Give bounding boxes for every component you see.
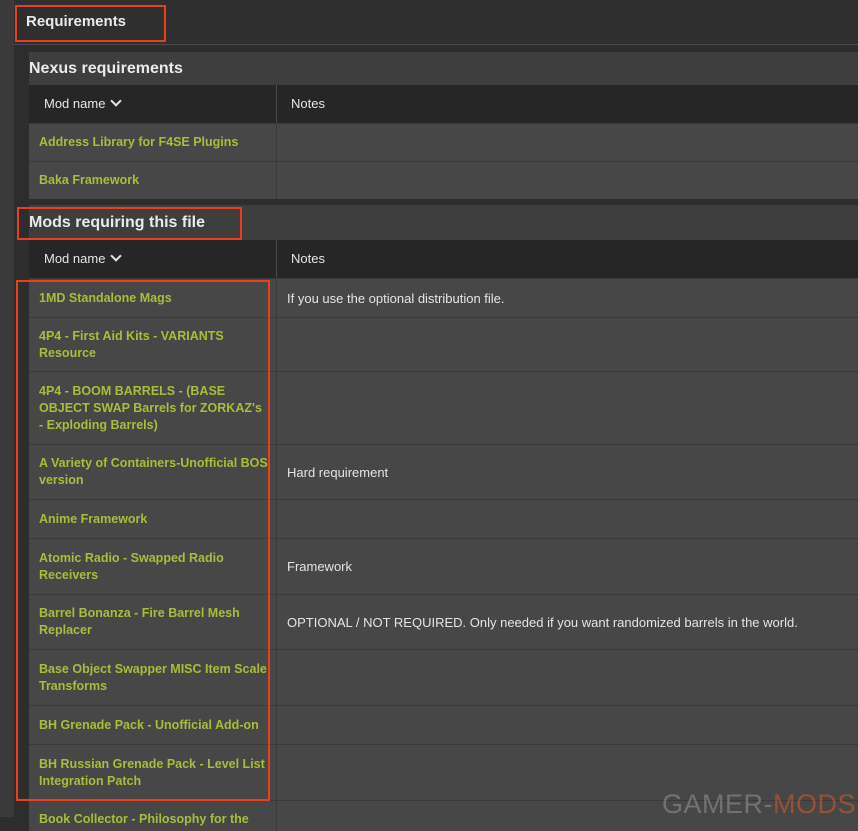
row-notes: Framework bbox=[287, 559, 353, 574]
row-notes: OPTIONAL / NOT REQUIRED. Only needed if … bbox=[287, 614, 798, 630]
row-notes bbox=[277, 162, 858, 199]
row-notes bbox=[277, 650, 858, 705]
left-strip bbox=[0, 0, 14, 817]
nexus-requirements-table: Mod name Notes Address Library for F4SE … bbox=[29, 85, 858, 199]
row-notes bbox=[277, 500, 858, 538]
notes-header: Notes bbox=[291, 96, 325, 111]
mod-name-sort-header[interactable]: Mod name bbox=[44, 85, 123, 123]
notes-header: Notes bbox=[291, 251, 325, 266]
column-divider bbox=[276, 85, 277, 123]
mod-link[interactable]: Address Library for F4SE Plugins bbox=[39, 134, 238, 151]
row-notes: Hard requirement bbox=[287, 464, 389, 480]
mod-link[interactable]: Book Collector - Philosophy for the bbox=[39, 811, 249, 828]
table-header: Mod name Notes bbox=[29, 85, 858, 123]
column-divider bbox=[276, 240, 277, 278]
chevron-down-icon bbox=[110, 250, 123, 262]
highlight-requiring-title bbox=[17, 207, 242, 240]
highlight-requirements-title bbox=[15, 5, 166, 42]
nexus-requirements-title: Nexus requirements bbox=[29, 60, 183, 77]
row-notes bbox=[277, 372, 858, 444]
table-row: Address Library for F4SE Plugins bbox=[29, 123, 858, 161]
watermark: GAMER-MODS bbox=[662, 789, 856, 819]
table-row: Baka Framework bbox=[29, 161, 858, 199]
row-notes bbox=[277, 318, 858, 371]
mod-link[interactable]: Baka Framework bbox=[39, 172, 139, 189]
row-notes: If you use the optional distribution fil… bbox=[287, 290, 505, 306]
table-header: Mod name Notes bbox=[29, 240, 858, 278]
highlight-mod-list bbox=[16, 280, 270, 801]
row-notes bbox=[277, 706, 858, 744]
row-notes bbox=[277, 124, 858, 161]
mod-name-sort-header[interactable]: Mod name bbox=[44, 240, 123, 278]
chevron-down-icon bbox=[110, 95, 123, 107]
